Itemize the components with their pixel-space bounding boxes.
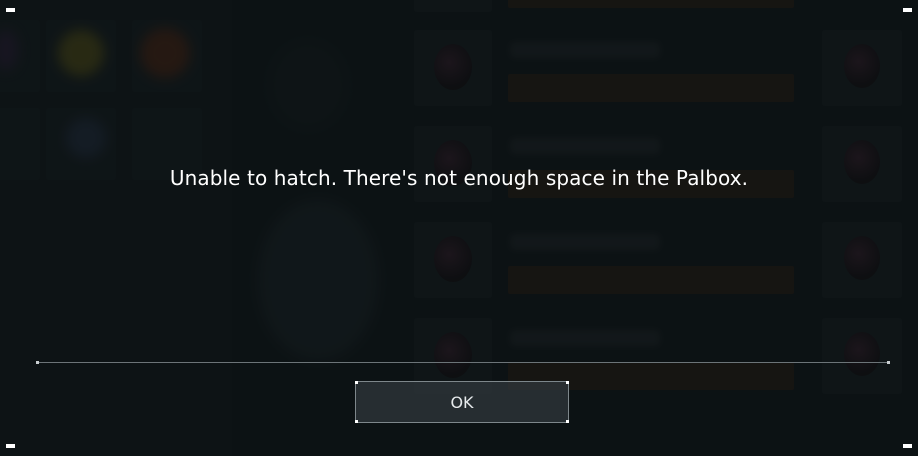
dialog-message: Unable to hatch. There's not enough spac… — [169, 166, 749, 190]
ok-button[interactable]: OK — [355, 381, 569, 423]
corner-marker — [903, 8, 912, 12]
corner-marker — [6, 444, 15, 448]
button-corner — [355, 381, 358, 384]
ok-button-label: OK — [450, 392, 474, 412]
dialog-divider — [36, 361, 890, 364]
corner-marker — [6, 8, 15, 12]
corner-marker — [903, 444, 912, 448]
button-corner — [566, 381, 569, 384]
button-corner — [566, 420, 569, 423]
button-corner — [355, 420, 358, 423]
